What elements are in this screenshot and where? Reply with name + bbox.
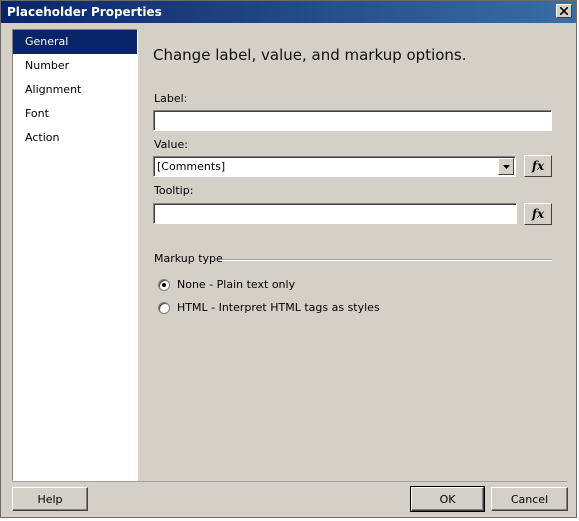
value-select-text: [Comments] (157, 160, 226, 173)
markup-option-html[interactable]: HTML - Interpret HTML tags as styles (158, 301, 380, 314)
sidebar-item-action[interactable]: Action (13, 126, 137, 150)
value-field-label: Value: (154, 138, 188, 151)
tooltip-field-label: Tooltip: (154, 184, 194, 197)
close-icon (560, 7, 568, 15)
fx-icon: fx (531, 207, 545, 221)
markup-option-none-label: None - Plain text only (177, 278, 296, 291)
ok-button[interactable]: OK (410, 486, 485, 512)
footer-divider (12, 481, 567, 482)
radio-html[interactable] (158, 301, 170, 314)
markup-option-html-label: HTML - Interpret HTML tags as styles (177, 301, 380, 314)
main-panel: Change label, value, and markup options.… (138, 29, 567, 481)
window-title: Placeholder Properties (7, 5, 162, 19)
value-expression-button[interactable]: fx (524, 155, 552, 177)
radio-selected-dot (162, 282, 166, 287)
markup-option-none[interactable]: None - Plain text only (158, 278, 295, 291)
tooltip-expression-button[interactable]: fx (524, 203, 552, 225)
placeholder-properties-dialog: Placeholder Properties General Number Al… (0, 0, 577, 518)
title-bar[interactable]: Placeholder Properties (1, 1, 576, 23)
sidebar-item-alignment[interactable]: Alignment (13, 78, 137, 102)
sidebar-item-general[interactable]: General (13, 30, 137, 54)
group-divider (220, 259, 552, 261)
fx-icon: fx (531, 159, 545, 173)
label-input[interactable] (153, 110, 552, 131)
chevron-down-icon (502, 164, 510, 169)
page-title: Change label, value, and markup options. (153, 46, 467, 64)
sidebar-item-font[interactable]: Font (13, 102, 137, 126)
radio-none[interactable] (158, 278, 170, 291)
value-select[interactable]: [Comments] (153, 156, 516, 177)
value-dropdown-button[interactable] (498, 158, 514, 175)
sidebar: General Number Alignment Font Action (12, 29, 138, 481)
sidebar-item-number[interactable]: Number (13, 54, 137, 78)
label-field-label: Label: (154, 92, 188, 105)
close-button[interactable] (556, 4, 572, 18)
tooltip-input[interactable] (153, 203, 517, 224)
cancel-button[interactable]: Cancel (491, 487, 568, 511)
help-button[interactable]: Help (12, 487, 88, 511)
markup-type-group-label: Markup type (154, 252, 223, 265)
